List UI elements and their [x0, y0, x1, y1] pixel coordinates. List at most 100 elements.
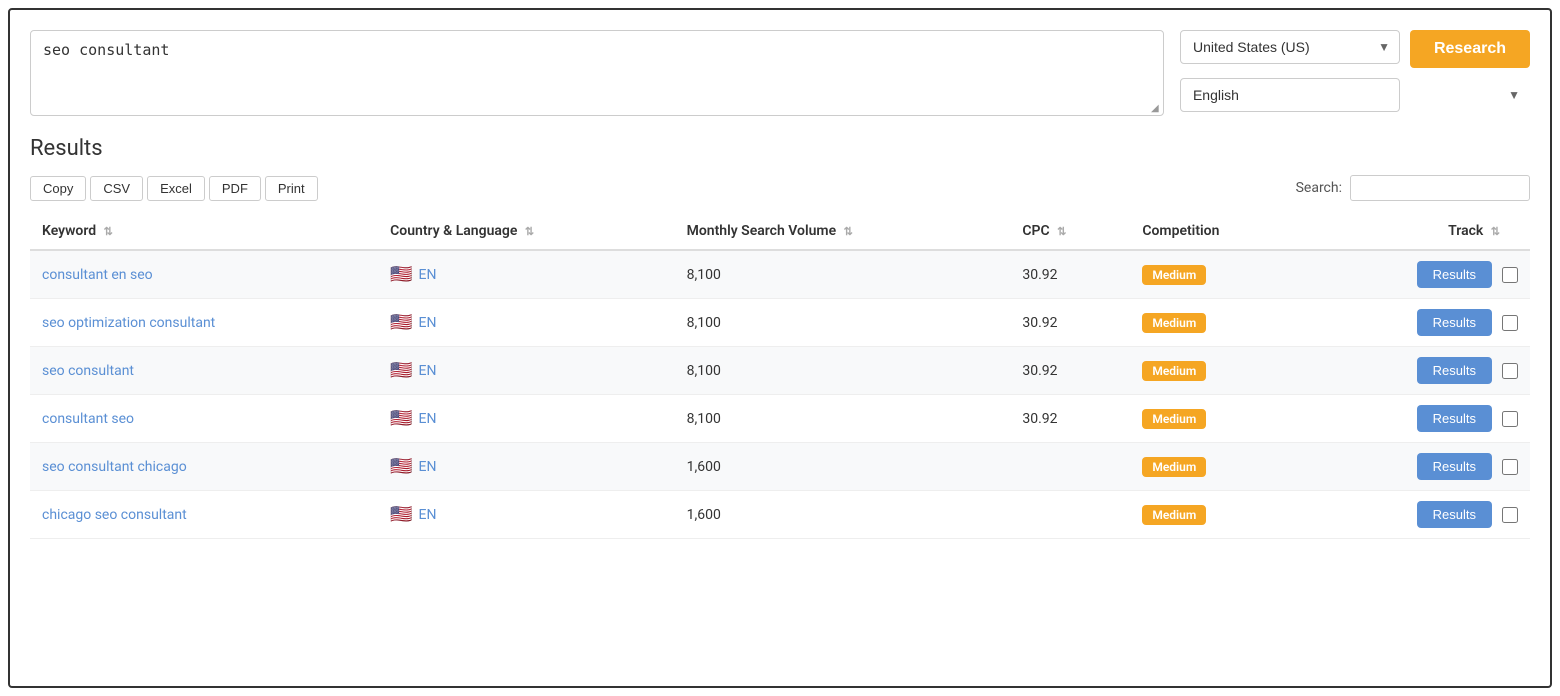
track-sort-icon: ⇅	[1491, 225, 1500, 238]
cell-volume: 8,100	[675, 299, 1011, 347]
language-select-arrow: ▼	[1508, 88, 1520, 102]
keyword-link[interactable]: chicago seo consultant	[42, 507, 187, 523]
cell-cpc	[1010, 491, 1130, 539]
pdf-button[interactable]: PDF	[209, 176, 261, 201]
cell-keyword: seo consultant chicago	[30, 443, 378, 491]
copy-button[interactable]: Copy	[30, 176, 86, 201]
research-button[interactable]: Research	[1410, 30, 1530, 68]
competition-badge: Medium	[1142, 409, 1206, 429]
results-button[interactable]: Results	[1417, 309, 1492, 336]
cell-country-language: 🇺🇸 EN	[378, 299, 674, 347]
track-checkbox[interactable]	[1502, 363, 1518, 379]
competition-badge: Medium	[1142, 505, 1206, 525]
table-header-row: Keyword ⇅ Country & Language ⇅ Monthly S…	[30, 213, 1530, 250]
keyword-link[interactable]: consultant seo	[42, 411, 134, 427]
lang-code: EN	[419, 411, 437, 427]
results-button[interactable]: Results	[1417, 453, 1492, 480]
results-button[interactable]: Results	[1417, 405, 1492, 432]
cell-keyword: chicago seo consultant	[30, 491, 378, 539]
results-button[interactable]: Results	[1417, 261, 1492, 288]
cell-competition: Medium	[1130, 491, 1308, 539]
country-select[interactable]: United States (US) United Kingdom (UK) C…	[1180, 30, 1400, 64]
results-button[interactable]: Results	[1417, 501, 1492, 528]
keyword-link[interactable]: seo consultant chicago	[42, 459, 187, 475]
cell-competition: Medium	[1130, 299, 1308, 347]
excel-button[interactable]: Excel	[147, 176, 205, 201]
lang-code: EN	[419, 459, 437, 475]
search-label: Search:	[1296, 180, 1342, 196]
cell-cpc: 30.92	[1010, 395, 1130, 443]
language-select-wrapper: English Spanish French German ▼	[1180, 78, 1530, 112]
lang-code: EN	[419, 363, 437, 379]
table-row: seo optimization consultant 🇺🇸 EN 8,10030.9…	[30, 299, 1530, 347]
keyword-sort-icon: ⇅	[104, 225, 113, 238]
track-checkbox[interactable]	[1502, 507, 1518, 523]
cell-country-language: 🇺🇸 EN	[378, 395, 674, 443]
flag-icon: 🇺🇸	[390, 456, 412, 477]
export-buttons: Copy CSV Excel PDF Print	[30, 176, 318, 201]
col-header-competition: Competition	[1130, 213, 1308, 250]
table-search-wrapper: Search:	[1296, 175, 1530, 201]
csv-button[interactable]: CSV	[90, 176, 143, 201]
top-section: <span class="seo-underline">seo</span> c…	[30, 30, 1530, 116]
table-row: chicago seo consultant 🇺🇸 EN 1,600 Medium Res…	[30, 491, 1530, 539]
table-row: consultant seo 🇺🇸 EN 8,10030.92 Medium Result…	[30, 395, 1530, 443]
cell-keyword: seo consultant	[30, 347, 378, 395]
lang-code: EN	[419, 507, 437, 523]
cell-cpc: 30.92	[1010, 250, 1130, 299]
competition-badge: Medium	[1142, 265, 1206, 285]
track-checkbox[interactable]	[1502, 267, 1518, 283]
keyword-link[interactable]: seo consultant	[42, 363, 134, 379]
cell-volume: 1,600	[675, 491, 1011, 539]
cell-track: Results	[1309, 347, 1530, 395]
flag-icon: 🇺🇸	[390, 360, 412, 381]
cell-cpc: 30.92	[1010, 299, 1130, 347]
cell-track: Results	[1309, 395, 1530, 443]
cell-country-language: 🇺🇸 EN	[378, 347, 674, 395]
col-header-country-language[interactable]: Country & Language ⇅	[378, 213, 674, 250]
cpc-sort-icon: ⇅	[1057, 225, 1066, 238]
cell-cpc	[1010, 443, 1130, 491]
competition-badge: Medium	[1142, 361, 1206, 381]
flag-icon: 🇺🇸	[390, 504, 412, 525]
cell-keyword: consultant en seo	[30, 250, 378, 299]
track-checkbox[interactable]	[1502, 411, 1518, 427]
table-row: seo consultant chicago🇺🇸EN1,600MediumRes…	[30, 443, 1530, 491]
resize-handle: ◢	[1151, 103, 1161, 113]
flag-icon: 🇺🇸	[390, 264, 412, 285]
cell-country-language: 🇺🇸 EN	[378, 443, 674, 491]
flag-icon: 🇺🇸	[390, 408, 412, 429]
keyword-link[interactable]: seo optimization consultant	[42, 315, 215, 331]
competition-badge: Medium	[1142, 457, 1206, 477]
cell-competition: Medium	[1130, 347, 1308, 395]
print-button[interactable]: Print	[265, 176, 318, 201]
search-textarea-wrapper: <span class="seo-underline">seo</span> c…	[30, 30, 1164, 116]
country-sort-icon: ⇅	[525, 225, 534, 238]
cell-country-language: 🇺🇸 EN	[378, 491, 674, 539]
col-header-cpc[interactable]: CPC ⇅	[1010, 213, 1130, 250]
table-search-input[interactable]	[1350, 175, 1530, 201]
cell-volume: 8,100	[675, 250, 1011, 299]
track-checkbox[interactable]	[1502, 459, 1518, 475]
col-header-volume[interactable]: Monthly Search Volume ⇅	[675, 213, 1011, 250]
flag-icon: 🇺🇸	[390, 312, 412, 333]
main-container: <span class="seo-underline">seo</span> c…	[8, 8, 1552, 688]
cell-country-language: 🇺🇸 EN	[378, 250, 674, 299]
competition-badge: Medium	[1142, 313, 1206, 333]
language-select[interactable]: English Spanish French German	[1180, 78, 1400, 112]
keyword-link[interactable]: consultant en seo	[42, 267, 153, 283]
lang-code: EN	[419, 315, 437, 331]
volume-sort-icon: ⇅	[844, 225, 853, 238]
cell-track: Results	[1309, 491, 1530, 539]
cell-volume: 8,100	[675, 395, 1011, 443]
col-header-keyword[interactable]: Keyword ⇅	[30, 213, 378, 250]
lang-code: EN	[419, 267, 437, 283]
keyword-input[interactable]: <span class="seo-underline">seo</span> c…	[31, 31, 1163, 111]
country-select-wrapper: United States (US) United Kingdom (UK) C…	[1180, 30, 1400, 64]
cell-competition: Medium	[1130, 395, 1308, 443]
results-button[interactable]: Results	[1417, 357, 1492, 384]
table-row: seo consultant🇺🇸EN8,10030.92MediumResult…	[30, 347, 1530, 395]
col-header-track[interactable]: Track ⇅	[1309, 213, 1530, 250]
cell-track: Results	[1309, 250, 1530, 299]
track-checkbox[interactable]	[1502, 315, 1518, 331]
